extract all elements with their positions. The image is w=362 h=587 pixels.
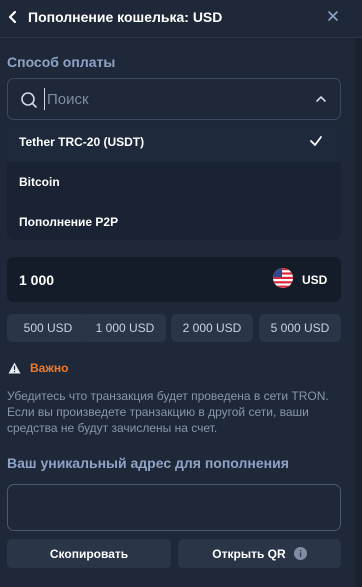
- preset-2000-button[interactable]: 2 000 USD: [171, 314, 253, 342]
- currency-label: USD: [302, 273, 328, 287]
- close-icon[interactable]: [326, 9, 340, 23]
- dropdown-option-p2p[interactable]: Пополнение P2P: [7, 202, 341, 240]
- back-arrow-icon[interactable]: [6, 9, 20, 25]
- dropdown-option-label: Пополнение P2P: [19, 215, 119, 229]
- open-qr-button-label: Открыть QR: [212, 546, 286, 561]
- check-icon: [310, 136, 322, 146]
- deposit-address-field[interactable]: [7, 484, 341, 531]
- dropdown-option-label: Bitcoin: [19, 175, 60, 189]
- amount-input[interactable]: [19, 269, 219, 291]
- scrollbar-track[interactable]: [355, 38, 362, 587]
- modal-title: Пополнение кошелька: USD: [28, 9, 223, 25]
- info-icon: [293, 547, 307, 560]
- preset-5000-button[interactable]: 5 000 USD: [259, 314, 341, 342]
- open-qr-button[interactable]: Открыть QR: [178, 539, 341, 568]
- search-icon: [21, 92, 37, 108]
- dropdown-option-bitcoin[interactable]: Bitcoin: [7, 162, 341, 202]
- warning-text: Убедитесь что транзакция будет проведена…: [7, 389, 329, 435]
- dropdown-option-usdt[interactable]: Tether TRC-20 (USDT): [7, 122, 341, 162]
- warning-title: Важно: [30, 361, 69, 375]
- amount-field[interactable]: USD: [7, 257, 341, 302]
- payment-method-label: Способ оплаты: [7, 54, 116, 70]
- payment-method-select[interactable]: [7, 78, 341, 120]
- address-label: Ваш уникальный адрес для пополнения: [7, 455, 289, 471]
- warning-icon: [8, 362, 21, 374]
- modal-header: Пополнение кошелька: USD: [0, 0, 362, 34]
- us-flag-icon: [273, 268, 293, 288]
- preset-500-button[interactable]: 500 USD: [7, 314, 89, 342]
- preset-1000-button[interactable]: 1 000 USD: [84, 314, 166, 342]
- chevron-up-icon[interactable]: [314, 93, 328, 105]
- search-input[interactable]: [44, 88, 294, 110]
- dropdown-option-label: Tether TRC-20 (USDT): [19, 135, 145, 149]
- copy-button[interactable]: Скопировать: [7, 539, 171, 568]
- payment-method-dropdown: Tether TRC-20 (USDT) Bitcoin Пополнение …: [7, 122, 341, 240]
- copy-button-label: Скопировать: [49, 546, 129, 561]
- header-divider: [0, 37, 362, 38]
